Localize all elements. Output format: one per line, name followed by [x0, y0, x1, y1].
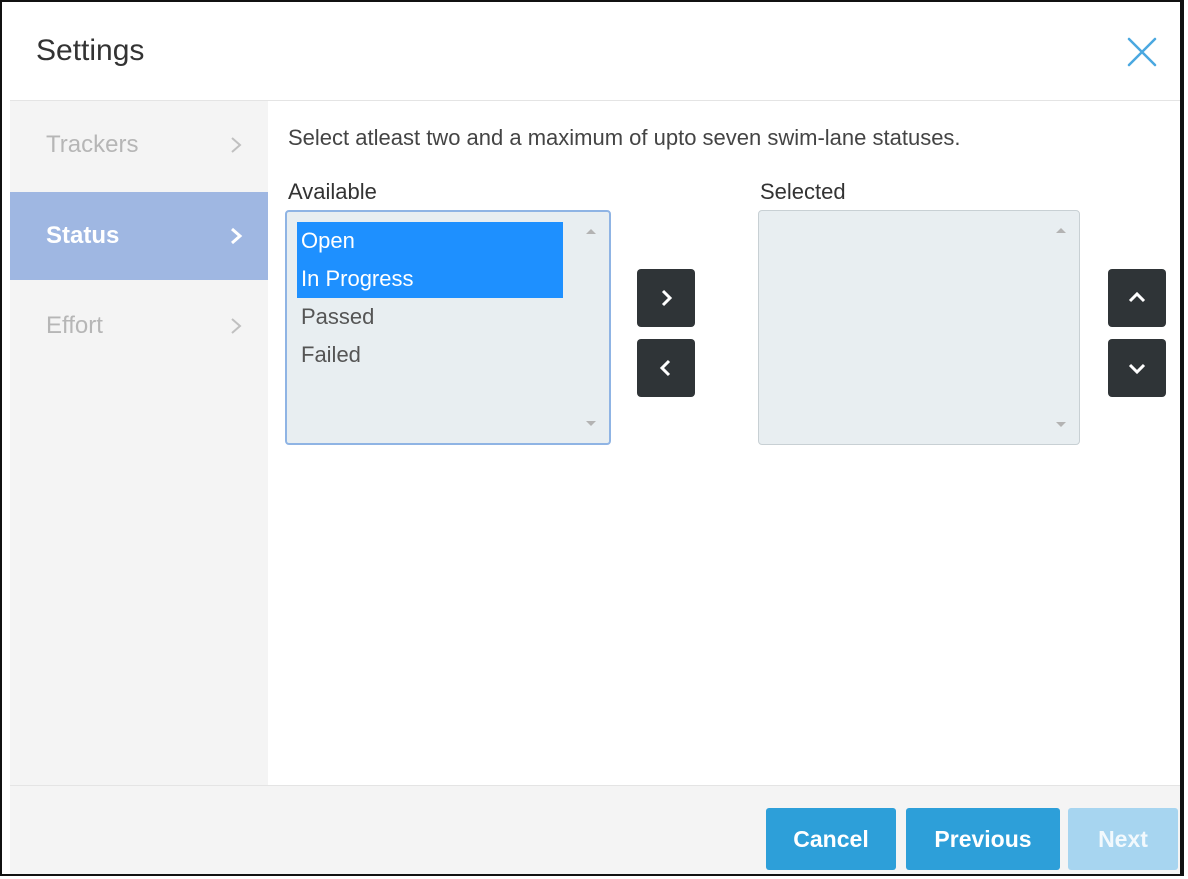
- dialog-header: Settings: [10, 10, 1180, 101]
- scroll-down-icon[interactable]: [1054, 420, 1068, 430]
- chevron-right-icon: [231, 318, 242, 334]
- scroll-up-icon[interactable]: [1054, 225, 1068, 235]
- move-up-button[interactable]: [1108, 269, 1166, 327]
- previous-button[interactable]: Previous: [906, 808, 1060, 870]
- selected-label: Selected: [760, 179, 846, 204]
- chevron-right-icon: [661, 289, 673, 307]
- chevron-up-icon: [1128, 291, 1146, 303]
- chevron-down-icon: [1128, 363, 1146, 375]
- available-label: Available: [288, 179, 377, 204]
- sidebar-item-label: Trackers: [46, 131, 139, 158]
- move-down-button[interactable]: [1108, 339, 1166, 397]
- close-icon[interactable]: [1122, 32, 1162, 72]
- scroll-up-icon[interactable]: [584, 226, 598, 236]
- selected-listbox[interactable]: [758, 210, 1080, 445]
- sidebar-item-effort[interactable]: Effort: [10, 282, 268, 370]
- next-button[interactable]: Next: [1068, 808, 1178, 870]
- scrollbar[interactable]: [1047, 213, 1077, 442]
- scroll-down-icon[interactable]: [584, 419, 598, 429]
- dialog-title: Settings: [36, 34, 145, 67]
- cancel-button[interactable]: Cancel: [766, 808, 896, 870]
- available-listbox[interactable]: Open In Progress Passed Failed: [285, 210, 611, 445]
- list-item[interactable]: In Progress: [297, 260, 563, 298]
- list-item[interactable]: Failed: [297, 336, 563, 374]
- sidebar-item-trackers[interactable]: Trackers: [10, 101, 268, 189]
- sidebar: Trackers Status Effort: [10, 101, 268, 785]
- move-left-button[interactable]: [637, 339, 695, 397]
- chevron-right-icon: [231, 137, 242, 153]
- sidebar-item-label: Effort: [46, 312, 103, 339]
- list-item[interactable]: Passed: [297, 298, 563, 336]
- dialog-footer: Cancel Previous Next: [10, 785, 1180, 874]
- scrollbar[interactable]: [577, 214, 607, 441]
- list-item[interactable]: Open: [297, 222, 563, 260]
- sidebar-item-status[interactable]: Status: [10, 192, 268, 280]
- chevron-right-icon: [231, 227, 243, 245]
- sidebar-item-label: Status: [46, 222, 120, 249]
- move-right-button[interactable]: [637, 269, 695, 327]
- settings-dialog: Settings Trackers Status Effort Select a…: [0, 0, 1184, 876]
- instruction-text: Select atleast two and a maximum of upto…: [288, 125, 961, 150]
- chevron-left-icon: [659, 359, 671, 377]
- main-content: Select atleast two and a maximum of upto…: [268, 101, 1180, 785]
